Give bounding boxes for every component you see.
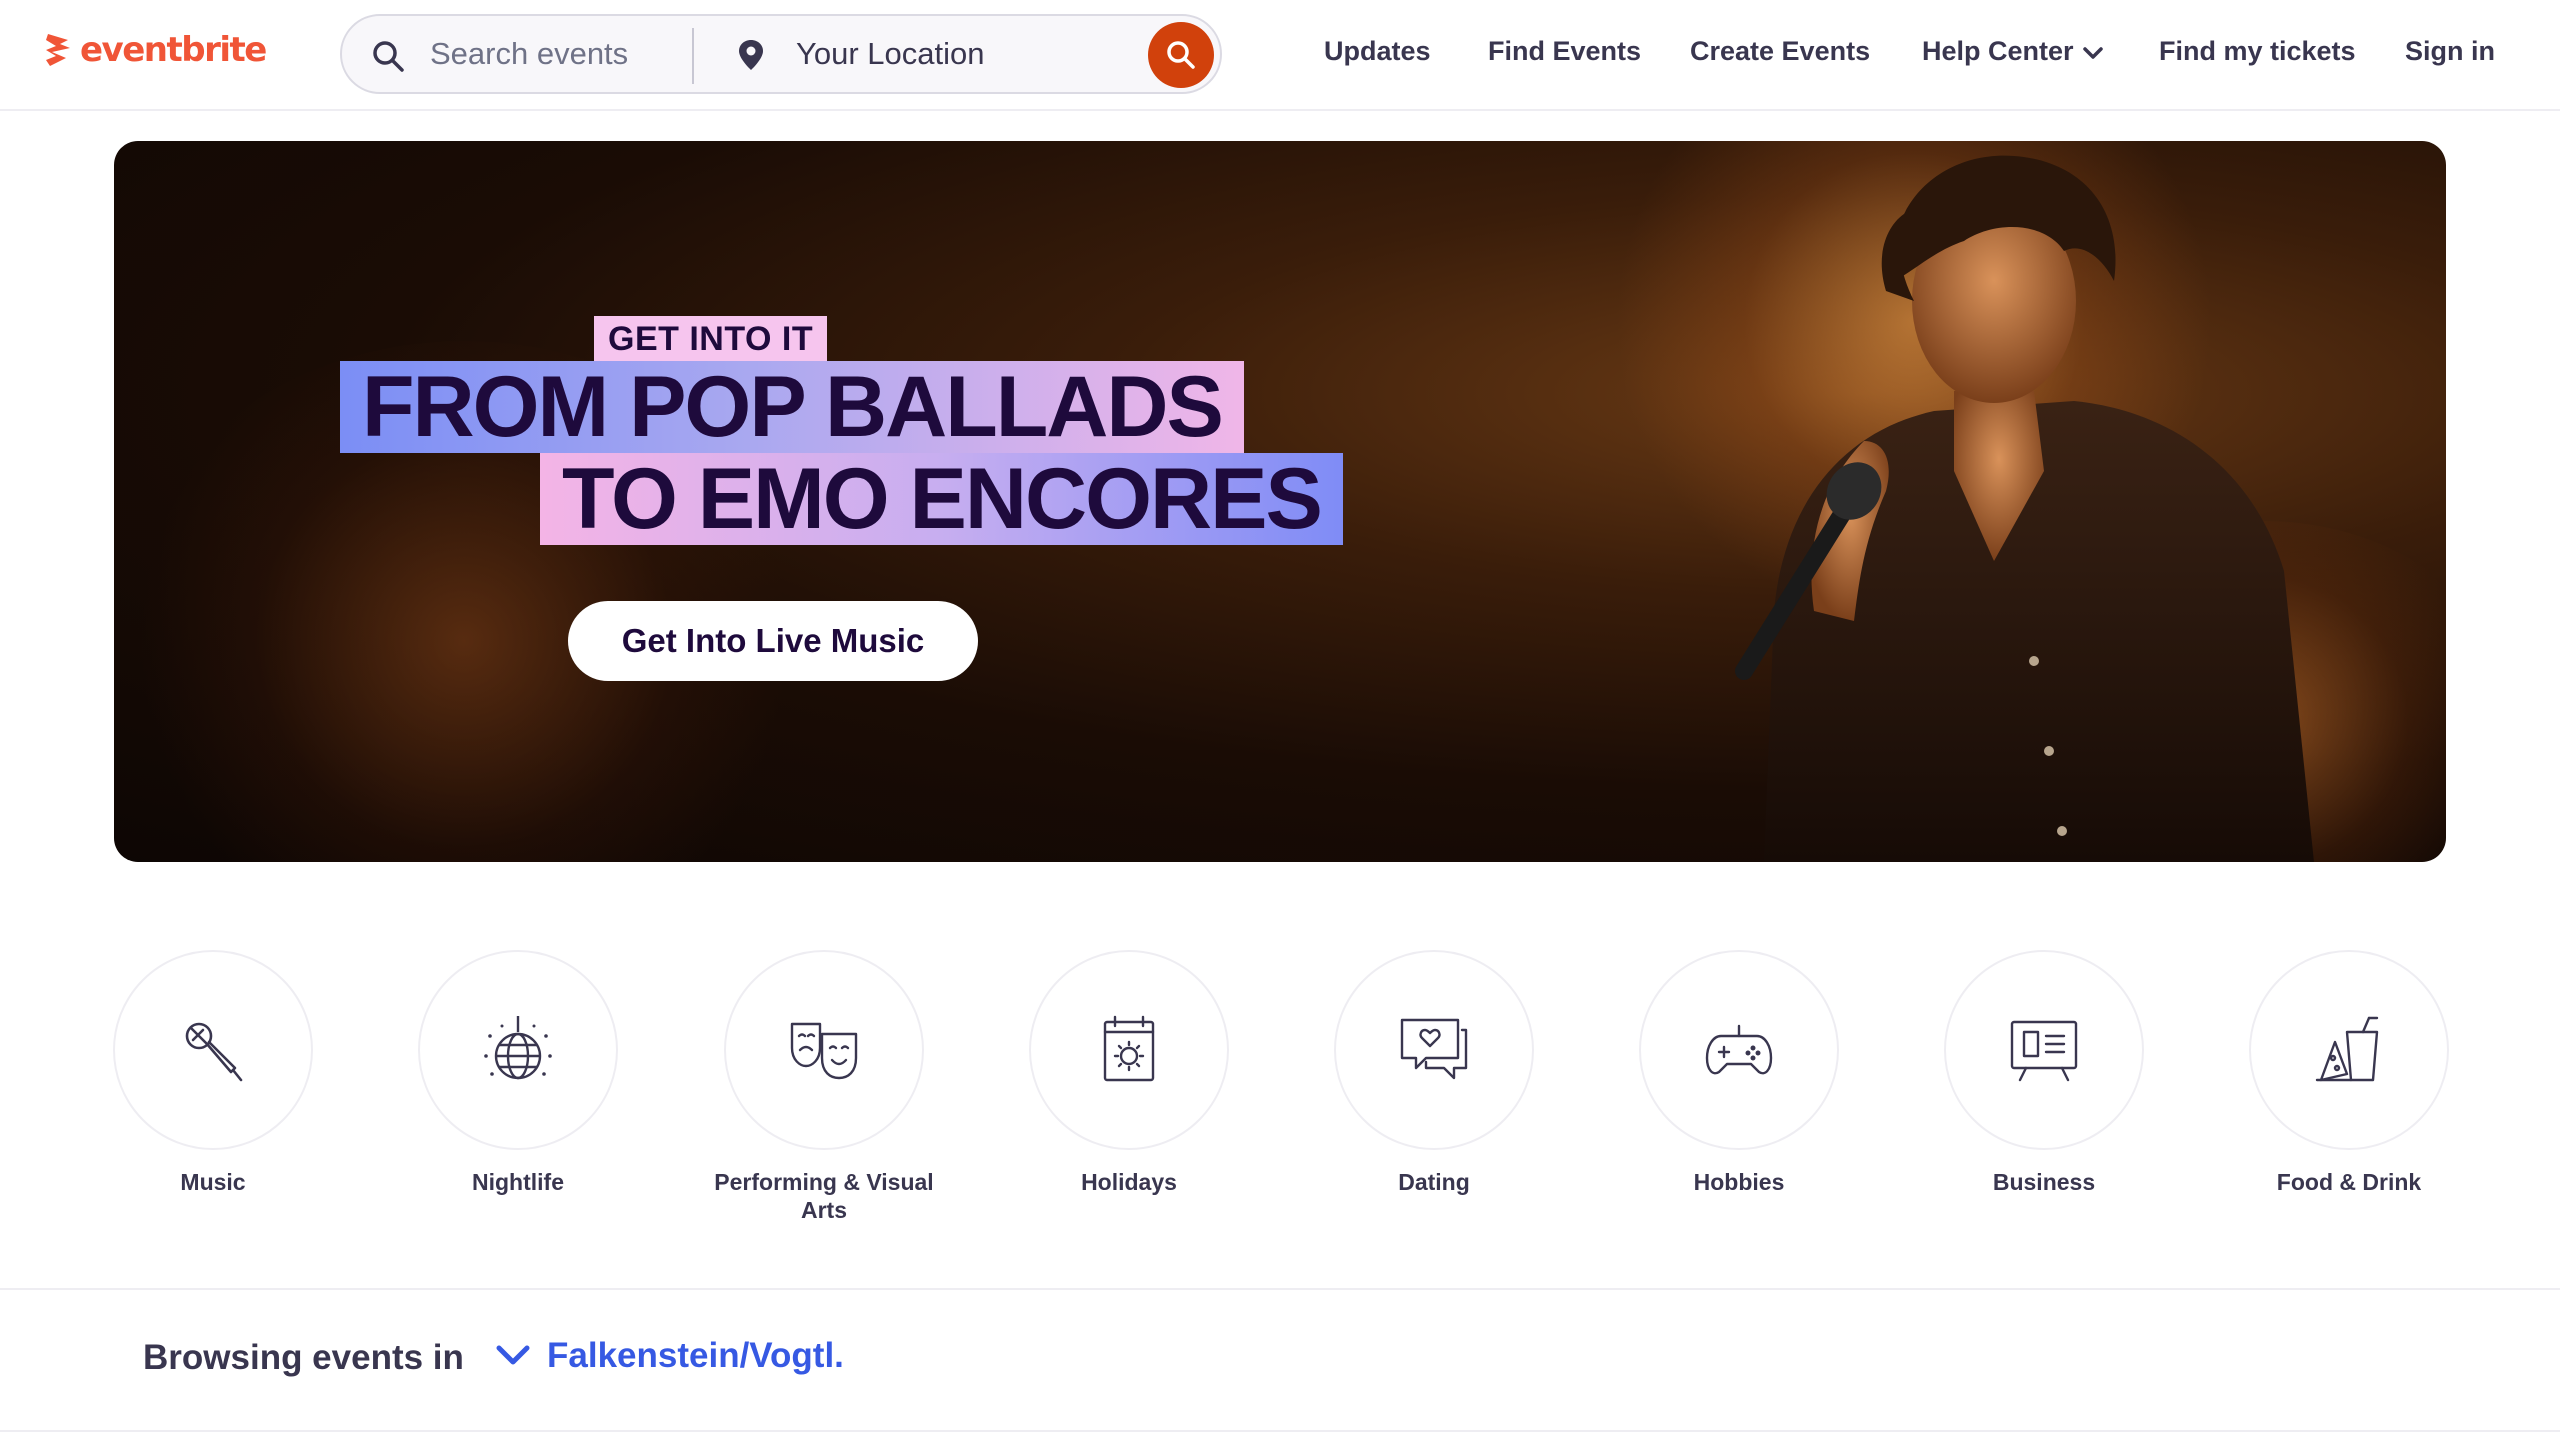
- hero-tagline: GET INTO IT: [594, 316, 828, 361]
- search-bar: [340, 14, 1222, 94]
- category-circle: [418, 950, 618, 1150]
- search-icon: [1167, 41, 1195, 69]
- nav-create-events[interactable]: Create Events: [1690, 36, 1870, 67]
- section-divider: [0, 1288, 2560, 1290]
- nav-find-events[interactable]: Find Events: [1488, 36, 1641, 67]
- microphone-icon: [185, 1022, 243, 1082]
- category-circle: [1639, 950, 1839, 1150]
- get-into-live-music-button[interactable]: Get Into Live Music: [568, 601, 978, 681]
- category-circle: [1944, 950, 2144, 1150]
- calendar-sun-icon: [1103, 1015, 1155, 1082]
- category-label: Dating: [1398, 1169, 1470, 1195]
- category-food-drink[interactable]: Food & Drink: [2249, 950, 2449, 1196]
- nav-find-my-tickets[interactable]: Find my tickets: [2159, 36, 2356, 67]
- game-controller-icon: [1705, 1024, 1773, 1075]
- hero-headline-line-1: FROM POP BALLADS: [340, 361, 1244, 453]
- search-button[interactable]: [1148, 22, 1214, 88]
- category-circle: [1029, 950, 1229, 1150]
- nav-sign-in[interactable]: Sign in: [2405, 36, 2495, 67]
- chevron-down-icon: [496, 1345, 530, 1365]
- nav-help-center-label: Help Center: [1922, 36, 2074, 66]
- search-input[interactable]: [428, 34, 728, 74]
- search-divider: [692, 28, 694, 84]
- category-hobbies[interactable]: Hobbies: [1639, 950, 1839, 1196]
- category-label: Nightlife: [472, 1169, 564, 1195]
- category-label: Holidays: [1081, 1169, 1177, 1195]
- location-input[interactable]: [794, 34, 1134, 74]
- category-label: Music: [180, 1169, 246, 1195]
- category-nightlife[interactable]: Nightlife: [418, 950, 618, 1196]
- search-icon: [373, 41, 404, 72]
- category-music[interactable]: Music: [113, 950, 313, 1196]
- browsing-label: Browsing events in: [143, 1338, 464, 1377]
- category-business[interactable]: Business: [1944, 950, 2144, 1196]
- category-circle: [2249, 950, 2449, 1150]
- category-label: Hobbies: [1693, 1169, 1785, 1195]
- category-circle: [724, 950, 924, 1150]
- food-drink-icon: [2315, 1016, 2379, 1082]
- category-label: Performing & Visual Arts: [714, 1169, 934, 1223]
- category-dating[interactable]: Dating: [1334, 950, 1534, 1196]
- section-divider: [0, 1430, 2560, 1432]
- category-list: Music Nightlife Performing & Visual Arts…: [0, 950, 2560, 1230]
- category-circle: [1334, 950, 1534, 1150]
- top-navbar: eventbrite Updates Find Events Create Ev…: [0, 0, 2560, 111]
- category-circle: [113, 950, 313, 1150]
- presentation-board-icon: [2010, 1020, 2078, 1082]
- category-label: Food & Drink: [2276, 1169, 2422, 1195]
- disco-ball-icon: [484, 1016, 552, 1080]
- category-holidays[interactable]: Holidays: [1029, 950, 1229, 1196]
- logo-text: eventbrite: [80, 30, 267, 70]
- hero-banner: GET INTO IT FROM POP BALLADS TO EMO ENCO…: [114, 141, 2446, 862]
- eventbrite-logo-icon: [46, 34, 70, 66]
- eventbrite-logo[interactable]: eventbrite: [42, 30, 267, 70]
- chat-heart-icon: [1400, 1018, 1468, 1080]
- nav-updates[interactable]: Updates: [1324, 36, 1431, 67]
- chevron-down-icon: [2082, 47, 2103, 59]
- hero-headline-line-2: TO EMO ENCORES: [540, 453, 1343, 545]
- theater-masks-icon: [790, 1022, 858, 1080]
- location-name: Falkenstein/Vogtl.: [547, 1336, 844, 1375]
- singer-image: [1735, 155, 2314, 862]
- category-label: Business: [1992, 1169, 2096, 1195]
- location-pin-icon: [739, 40, 763, 70]
- nav-help-center[interactable]: Help Center: [1922, 36, 2104, 67]
- category-performing-visual-arts[interactable]: Performing & Visual Arts: [714, 950, 934, 1224]
- location-dropdown[interactable]: Falkenstein/Vogtl.: [495, 1336, 844, 1376]
